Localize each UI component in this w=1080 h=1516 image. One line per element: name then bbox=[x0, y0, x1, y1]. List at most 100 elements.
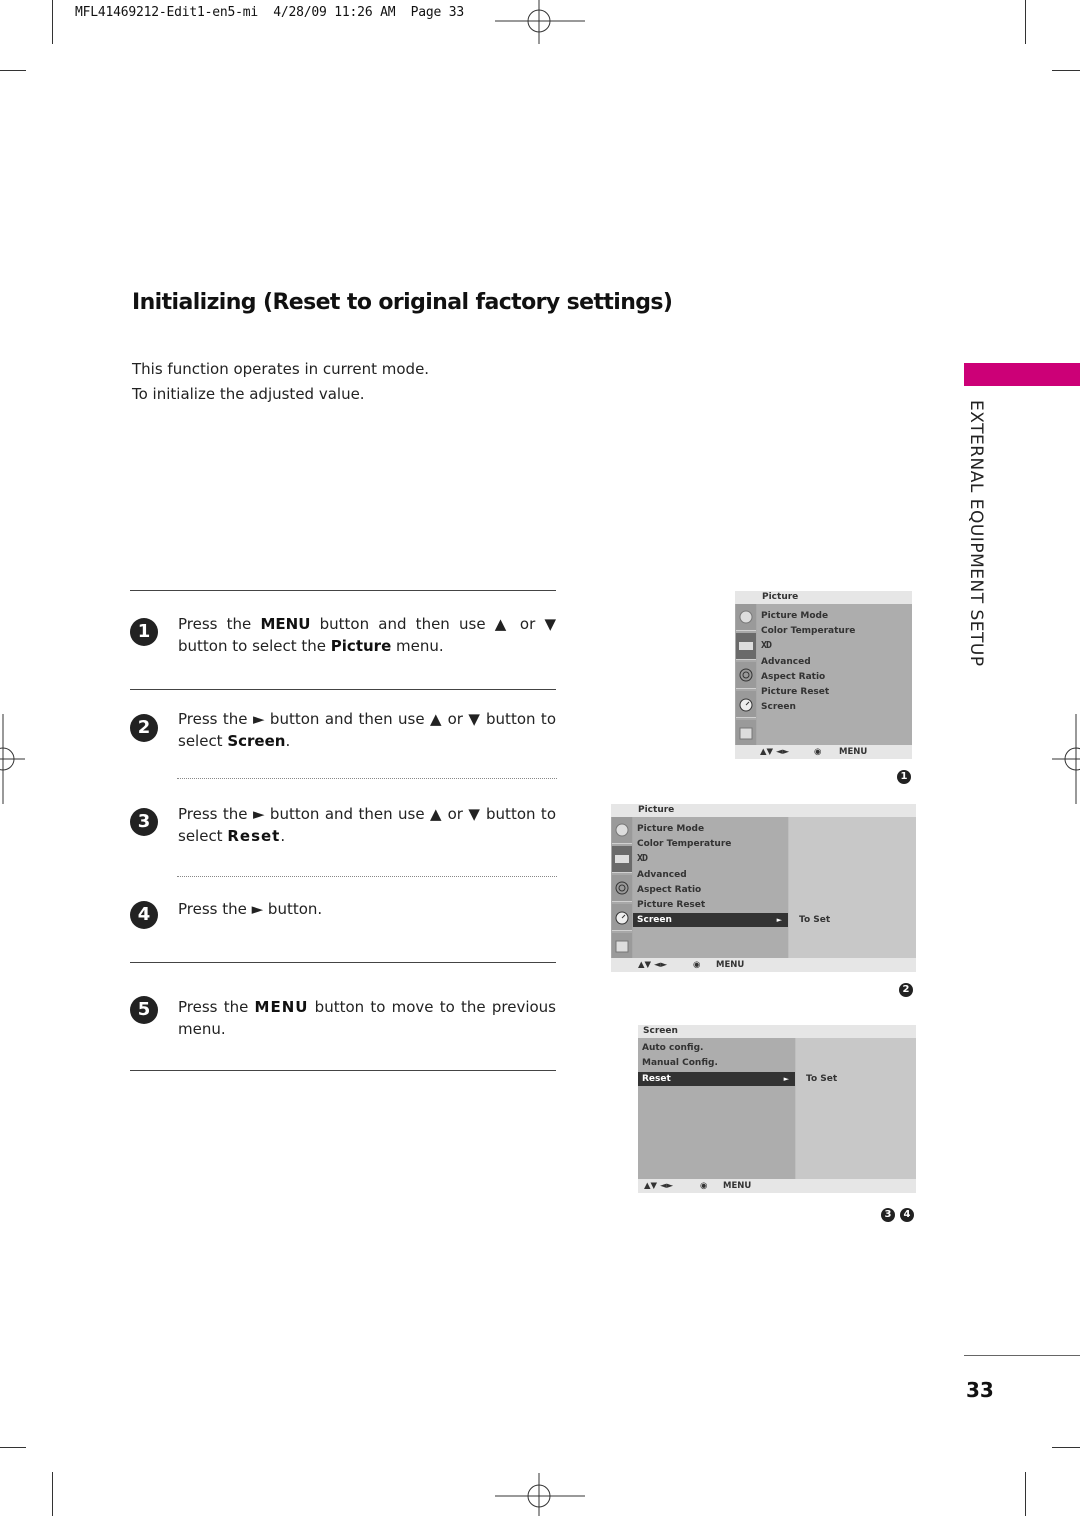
osd-item[interactable]: Advanced bbox=[757, 655, 912, 669]
crop-mark bbox=[1052, 1447, 1080, 1448]
audio-icon[interactable] bbox=[612, 875, 632, 902]
time-icon[interactable] bbox=[736, 691, 756, 718]
step-number-badge: 4 bbox=[130, 901, 158, 929]
osd-item[interactable]: Color Temperature bbox=[757, 624, 912, 638]
osd-title: Picture bbox=[735, 591, 912, 604]
osd-item[interactable]: Aspect Ratio bbox=[633, 883, 788, 897]
nav-arrows-icon: ▲▼ ◄► bbox=[644, 1181, 674, 1191]
page-number: 33 bbox=[966, 1378, 994, 1402]
option-icon[interactable] bbox=[612, 933, 632, 960]
step-5-text: Press the MENU button to move to the pre… bbox=[178, 998, 556, 1038]
osd-item[interactable]: Screen bbox=[757, 700, 912, 714]
figure-badge: 2 bbox=[899, 983, 913, 997]
time-icon[interactable] bbox=[612, 904, 632, 931]
screen-tv-icon[interactable] bbox=[736, 633, 756, 660]
section-label: EXTERNAL EQUIPMENT SETUP bbox=[966, 400, 986, 667]
figure-badge: 4 bbox=[900, 1208, 914, 1222]
screen-tv-icon[interactable] bbox=[612, 846, 632, 873]
ok-button-icon: ◉ bbox=[693, 960, 701, 970]
osd-item-selected[interactable]: Reset ► bbox=[638, 1072, 795, 1086]
osd-menu-list: Picture Mode Color Temperature XD Advanc… bbox=[757, 604, 912, 745]
picture-icon[interactable] bbox=[736, 604, 756, 631]
reset-keyword: Reset bbox=[227, 827, 281, 845]
figure-badge: 1 bbox=[897, 770, 911, 784]
intro-line: This function operates in current mode. bbox=[132, 360, 430, 378]
osd-item[interactable]: Advanced bbox=[633, 868, 788, 882]
divider bbox=[130, 1070, 556, 1071]
submenu-value[interactable]: To Set bbox=[806, 1072, 837, 1086]
osd-picture-menu-screen: Picture Picture Mode Color Temperature X… bbox=[611, 804, 916, 972]
crop-mark bbox=[0, 1447, 26, 1448]
osd-icon-column bbox=[735, 604, 757, 747]
osd-item[interactable]: Auto config. bbox=[638, 1041, 795, 1055]
ok-button-icon: ◉ bbox=[700, 1181, 708, 1191]
step-4-text: Press the ► button. bbox=[178, 900, 323, 918]
osd-footer: ▲▼ ◄► ◉ MENU bbox=[638, 1179, 916, 1193]
osd-title: Screen bbox=[638, 1025, 916, 1038]
figure-badge: 3 bbox=[881, 1208, 895, 1222]
registration-mark-right bbox=[1052, 714, 1080, 804]
osd-item[interactable]: Picture Reset bbox=[757, 685, 912, 699]
step-number-badge: 5 bbox=[130, 996, 158, 1024]
osd-item[interactable]: Aspect Ratio bbox=[757, 670, 912, 684]
osd-item[interactable]: Picture Reset bbox=[633, 898, 788, 912]
osd-item[interactable]: Picture Mode bbox=[633, 822, 788, 836]
section-color-tab bbox=[964, 363, 1080, 386]
divider bbox=[130, 590, 556, 591]
intro-line: To initialize the adjusted value. bbox=[132, 385, 365, 403]
step-1-text: Press the MENU button and then use ▲ or … bbox=[178, 615, 556, 655]
submenu-value[interactable]: To Set bbox=[799, 913, 830, 927]
osd-item-xd[interactable]: XD bbox=[757, 639, 912, 653]
picture-keyword: Picture bbox=[330, 637, 392, 655]
osd-screen-menu: Screen Auto config. Manual Config. Reset… bbox=[638, 1025, 916, 1193]
crop-mark bbox=[0, 70, 26, 71]
step-number-badge: 1 bbox=[130, 618, 158, 646]
osd-picture-menu: Picture Picture Mode Color Temperature X… bbox=[735, 591, 912, 759]
dotted-divider bbox=[177, 876, 557, 877]
osd-item[interactable]: Picture Mode bbox=[757, 609, 912, 623]
ok-button-icon: ◉ bbox=[814, 747, 822, 757]
osd-icon-column bbox=[611, 817, 633, 960]
menu-keyword: MENU bbox=[260, 615, 311, 633]
dotted-divider bbox=[177, 778, 557, 779]
registration-mark-top bbox=[495, 0, 585, 44]
osd-submenu-panel: To Set bbox=[789, 817, 916, 958]
divider bbox=[130, 962, 556, 963]
menu-keyword: MENU bbox=[254, 998, 309, 1016]
audio-icon[interactable] bbox=[736, 662, 756, 689]
registration-mark-left bbox=[0, 714, 25, 804]
menu-label: MENU bbox=[723, 1181, 752, 1191]
arrow-right-icon: ► bbox=[783, 1075, 789, 1083]
registration-mark-bottom bbox=[495, 1473, 585, 1516]
picture-icon[interactable] bbox=[612, 817, 632, 844]
step-2-text: Press the ► button and then use ▲ or ▼ b… bbox=[178, 710, 556, 750]
menu-label: MENU bbox=[839, 747, 868, 757]
print-slug: MFL41469212-Edit1-en5-mi 4/28/09 11:26 A… bbox=[75, 5, 464, 20]
screen-keyword: Screen bbox=[227, 732, 286, 750]
osd-item[interactable]: Manual Config. bbox=[638, 1056, 795, 1070]
osd-submenu-panel: To Set bbox=[796, 1038, 916, 1179]
crop-mark bbox=[52, 1472, 53, 1516]
option-icon[interactable] bbox=[736, 720, 756, 747]
divider bbox=[130, 689, 556, 690]
crop-mark bbox=[1052, 70, 1080, 71]
osd-title: Picture bbox=[611, 804, 916, 817]
footer-rule bbox=[964, 1355, 1080, 1356]
osd-footer: ▲▼ ◄► ◉ MENU bbox=[735, 745, 912, 759]
nav-arrows-icon: ▲▼ ◄► bbox=[638, 960, 668, 970]
osd-menu-list: Auto config. Manual Config. Reset ► bbox=[638, 1038, 795, 1179]
osd-menu-list: Picture Mode Color Temperature XD Advanc… bbox=[633, 817, 788, 958]
osd-item-xd[interactable]: XD bbox=[633, 852, 788, 866]
osd-item-selected[interactable]: Screen ► bbox=[633, 913, 788, 927]
crop-mark bbox=[52, 0, 53, 44]
crop-mark bbox=[1025, 0, 1026, 44]
page-title: Initializing (Reset to original factory … bbox=[132, 290, 673, 315]
crop-mark bbox=[1025, 1472, 1026, 1516]
osd-item[interactable]: Color Temperature bbox=[633, 837, 788, 851]
step-3-text: Press the ► button and then use ▲ or ▼ b… bbox=[178, 805, 556, 845]
arrow-right-icon: ► bbox=[776, 916, 782, 924]
nav-arrows-icon: ▲▼ ◄► bbox=[760, 747, 790, 757]
menu-label: MENU bbox=[716, 960, 745, 970]
step-number-badge: 2 bbox=[130, 714, 158, 742]
step-number-badge: 3 bbox=[130, 808, 158, 836]
